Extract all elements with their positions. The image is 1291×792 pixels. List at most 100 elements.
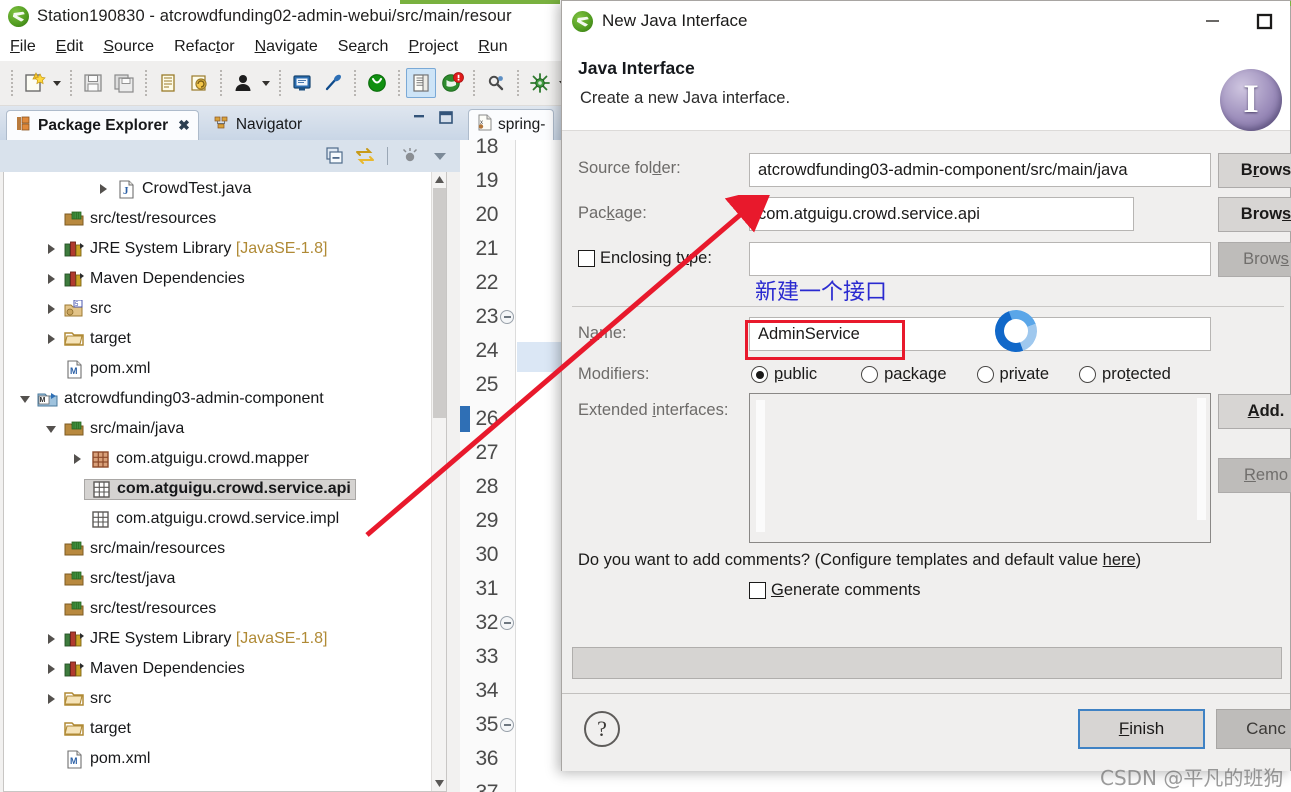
tree-item[interactable]: target [4, 714, 433, 744]
tree-expand-arrow[interactable] [66, 454, 88, 464]
link-break-icon[interactable] [318, 68, 348, 98]
code-fold-icon[interactable] [500, 616, 514, 630]
tree-expand-arrow[interactable] [40, 664, 62, 674]
tab-navigator[interactable]: Navigator [205, 110, 310, 140]
tree-item[interactable]: Maven Dependencies [4, 264, 433, 294]
enclosing-type-input[interactable] [749, 242, 1211, 276]
person-dropdown-arrow[interactable] [259, 68, 273, 98]
extended-interfaces-list[interactable] [749, 393, 1211, 543]
tree-item[interactable]: target [4, 324, 433, 354]
scrollbar-thumb[interactable] [433, 188, 446, 418]
menu-run[interactable]: Run [478, 38, 507, 56]
save-icon[interactable] [78, 68, 108, 98]
dialog-maximize-button[interactable] [1238, 1, 1290, 41]
tree-item[interactable]: Mpom.xml [4, 354, 433, 384]
menu-source[interactable]: Source [103, 38, 154, 56]
tree-item[interactable]: JRE System Library [JavaSE-1.8] [4, 234, 433, 264]
enclosing-type-row: Enclosing type: [578, 249, 712, 268]
enclosing-type-checkbox[interactable] [578, 250, 595, 267]
new-file-icon[interactable] [19, 68, 49, 98]
search-icon[interactable] [481, 68, 511, 98]
console-icon[interactable] [287, 68, 317, 98]
tree-item[interactable]: J CrowdTest.java [4, 174, 433, 204]
generate-comments-row: Generate comments [749, 581, 921, 600]
menu-refactor[interactable]: Refactor [174, 38, 234, 56]
tree-expand-arrow[interactable] [40, 694, 62, 704]
tree-expand-arrow[interactable] [40, 304, 62, 314]
tree-item[interactable]: src/test/resources [4, 204, 433, 234]
link-with-editor-icon[interactable] [353, 144, 377, 168]
menu-navigate[interactable]: Navigate [255, 38, 318, 56]
tree-item[interactable]: com.atguigu.crowd.mapper [4, 444, 433, 474]
code-fold-icon[interactable] [500, 310, 514, 324]
tree-expand-arrow[interactable] [92, 184, 114, 194]
package-label: Package: [578, 204, 647, 222]
line-number: 22 [460, 266, 516, 300]
debug-icon[interactable] [525, 68, 555, 98]
tree-item[interactable]: src/test/java [4, 564, 433, 594]
modifier-package-radio[interactable] [861, 366, 879, 383]
line-number-text: 26 [475, 407, 498, 430]
configure-templates-link[interactable]: here [1103, 551, 1136, 569]
finish-button[interactable]: Finish [1078, 709, 1205, 749]
menu-edit[interactable]: Edit [56, 38, 84, 56]
tree-collapse-arrow[interactable] [40, 425, 62, 433]
tree-item[interactable]: Maven Dependencies [4, 654, 433, 684]
view-menu-icon[interactable] [428, 144, 452, 168]
menu-search[interactable]: Search [338, 38, 389, 56]
print-icon[interactable] [153, 68, 183, 98]
save-all-icon[interactable] [109, 68, 139, 98]
modifier-private-radio[interactable] [976, 366, 994, 383]
person-icon[interactable] [228, 68, 258, 98]
svg-text:J: J [123, 185, 129, 197]
tree-item[interactable]: com.atguigu.crowd.service.impl [4, 504, 433, 534]
project-tree[interactable]: src/test/javacom.atguigu.crowd.testJCrow… [3, 172, 447, 792]
tree-expand-arrow[interactable] [40, 244, 62, 254]
cancel-button[interactable]: Canc [1216, 709, 1291, 749]
tree-item[interactable]: src [4, 684, 433, 714]
tree-scrollbar[interactable] [431, 172, 446, 791]
refresh-icon[interactable] [184, 68, 214, 98]
package-input[interactable]: com.atguigu.crowd.service.api [749, 197, 1134, 231]
menu-project[interactable]: Project [408, 38, 458, 56]
tree-item[interactable]: JRE System Library [JavaSE-1.8] [4, 624, 433, 654]
maximize-view-icon[interactable] [438, 110, 454, 126]
scroll-up-arrow[interactable] [432, 172, 446, 187]
close-icon[interactable]: ✖ [178, 117, 190, 134]
tree-item[interactable]: src/main/resources [4, 534, 433, 564]
package-browse-button[interactable]: Brow s [1218, 197, 1291, 232]
collapse-all-icon[interactable] [323, 144, 347, 168]
server-start-icon[interactable] [362, 68, 392, 98]
tree-item[interactable]: src/test/resources [4, 594, 433, 624]
open-type-icon[interactable] [406, 68, 436, 98]
modifier-public-radio[interactable] [751, 366, 768, 383]
focus-icon[interactable] [398, 144, 422, 168]
tree-item[interactable]: Matcrowdfunding03-admin-component [4, 384, 433, 414]
tree-expand-arrow[interactable] [40, 334, 62, 344]
minimize-view-icon[interactable] [412, 110, 428, 126]
tree-item-label: src/test/resources [90, 600, 217, 617]
new-dropdown-arrow[interactable] [50, 68, 64, 98]
source-folder-browse-button[interactable]: Br ows [1218, 153, 1291, 188]
tree-item[interactable]: Mpom.xml [4, 744, 433, 774]
add-interface-button[interactable]: Add. [1218, 394, 1291, 429]
caret-line-marker [460, 406, 470, 432]
tree-collapse-arrow[interactable] [14, 395, 36, 403]
scroll-down-arrow[interactable] [432, 776, 446, 791]
modifier-protected-radio[interactable] [1079, 366, 1097, 383]
code-fold-icon[interactable] [500, 718, 514, 732]
dialog-minimize-button[interactable] [1186, 1, 1238, 41]
menu-file[interactable]: File [10, 38, 36, 56]
tree-expand-arrow[interactable] [40, 274, 62, 284]
tab-package-explorer[interactable]: Package Explorer ✖ [6, 110, 199, 140]
tree-item[interactable]: com.atguigu.crowd.service.api [4, 474, 433, 504]
tree-expand-arrow[interactable] [40, 634, 62, 644]
source-folder-input[interactable]: atcrowdfunding03-admin-component/src/mai… [749, 153, 1211, 187]
tree-item[interactable]: 5 src [4, 294, 433, 324]
generate-comments-checkbox[interactable] [749, 582, 766, 599]
help-icon[interactable]: ? [584, 711, 620, 747]
eclipse-run-icon[interactable] [437, 68, 467, 98]
line-number-text: 32 [475, 611, 498, 634]
package-empty-icon [89, 480, 113, 499]
tree-item[interactable]: src/main/java [4, 414, 433, 444]
